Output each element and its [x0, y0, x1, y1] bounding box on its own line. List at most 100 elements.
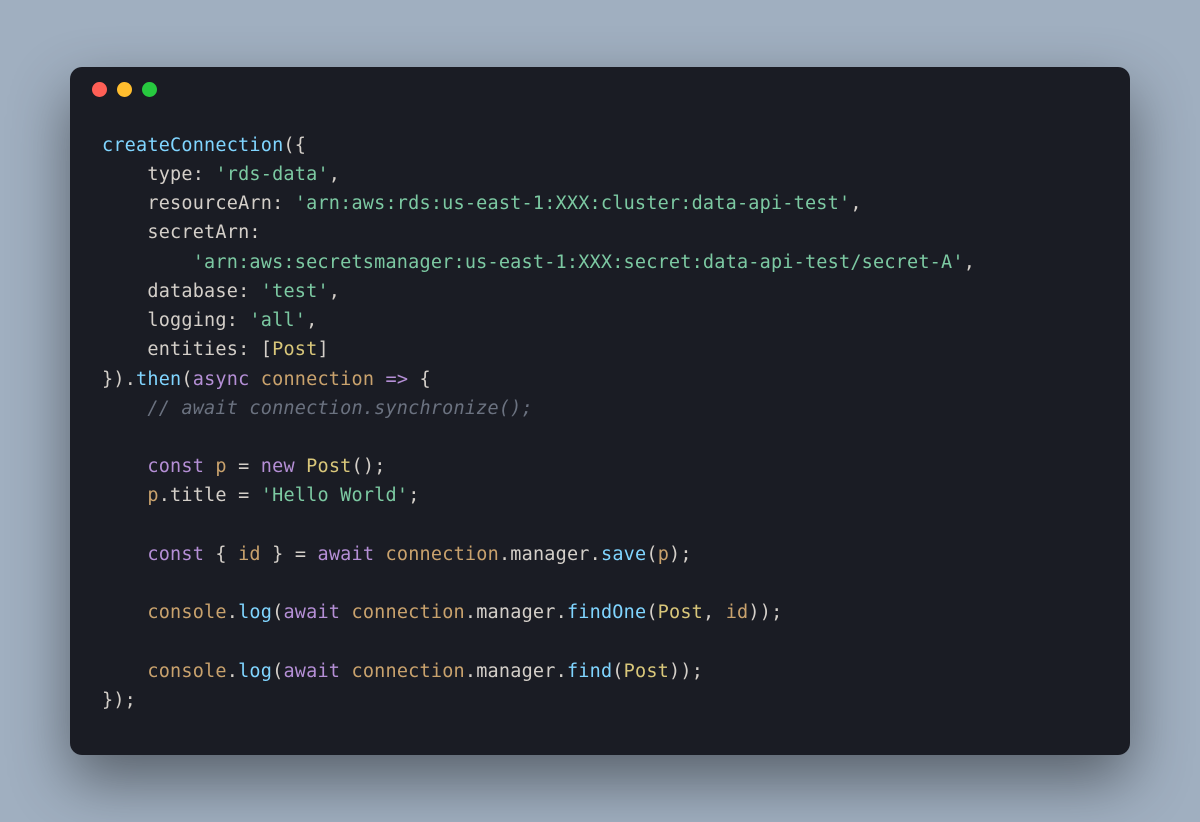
val-secretArn: 'arn:aws:secretsmanager:us-east-1:XXX:se…	[193, 252, 964, 273]
brace-close: }	[272, 544, 283, 565]
comma: ,	[329, 164, 340, 185]
val-resourceArn: 'arn:aws:rds:us-east-1:XXX:cluster:data-…	[295, 193, 851, 214]
fn-save: save	[601, 544, 646, 565]
ident-connection: connection	[261, 369, 374, 390]
semi: ;	[374, 456, 385, 477]
paren-open: (	[181, 369, 192, 390]
fn-createConnection: createConnection	[102, 135, 283, 156]
key-logging: logging	[147, 310, 226, 331]
class-Post: Post	[272, 339, 317, 360]
ident-manager: manager	[510, 544, 589, 565]
kw-const-2: const	[147, 544, 204, 565]
ident-p-3: p	[658, 544, 669, 565]
paren-close: )	[748, 602, 759, 623]
eq: =	[295, 544, 306, 565]
brace-close-paren: })	[102, 369, 125, 390]
colon: :	[272, 193, 283, 214]
semi: ;	[408, 485, 419, 506]
paren-open: (	[272, 602, 283, 623]
colon: :	[238, 339, 249, 360]
ident-manager-3: manager	[476, 661, 555, 682]
semi: ;	[692, 661, 703, 682]
val-database: 'test'	[261, 281, 329, 302]
key-resourceArn: resourceArn	[147, 193, 272, 214]
paren-open: (	[352, 456, 363, 477]
ident-console-2: console	[147, 661, 226, 682]
zoom-icon[interactable]	[142, 82, 157, 97]
fn-then: then	[136, 369, 181, 390]
paren-open: (	[646, 602, 657, 623]
fn-log: log	[238, 602, 272, 623]
val-logging: 'all'	[249, 310, 306, 331]
dot: .	[227, 602, 238, 623]
val-hello: 'Hello World'	[261, 485, 408, 506]
paren-close: )	[760, 602, 771, 623]
paren-open: (	[283, 135, 294, 156]
ident-id-2: id	[726, 602, 749, 623]
dot: .	[556, 602, 567, 623]
dot: .	[556, 661, 567, 682]
code-window: createConnection({ type: 'rds-data', res…	[70, 67, 1130, 755]
paren-open: (	[646, 544, 657, 565]
key-secretArn: secretArn	[147, 222, 249, 243]
dot: .	[590, 544, 601, 565]
bracket-close: ]	[317, 339, 328, 360]
paren-close: )	[669, 661, 680, 682]
arrow: =>	[386, 369, 409, 390]
ident-manager-2: manager	[476, 602, 555, 623]
code-block: createConnection({ type: 'rds-data', res…	[70, 113, 1130, 755]
colon: :	[238, 281, 249, 302]
brace-open: {	[215, 544, 226, 565]
minimize-icon[interactable]	[117, 82, 132, 97]
fn-findOne: findOne	[567, 602, 646, 623]
comment-sync: // await connection.synchronize();	[147, 398, 533, 419]
dot: .	[159, 485, 170, 506]
class-Post-2: Post	[658, 602, 703, 623]
ident-connection-2: connection	[386, 544, 499, 565]
close-all: });	[102, 690, 136, 711]
comma: ,	[306, 310, 317, 331]
ident-p: p	[215, 456, 226, 477]
dot: .	[499, 544, 510, 565]
paren-close: )	[669, 544, 680, 565]
dot: .	[227, 661, 238, 682]
eq: =	[238, 485, 249, 506]
kw-async: async	[193, 369, 250, 390]
val-type: 'rds-data'	[215, 164, 328, 185]
kw-const: const	[147, 456, 204, 477]
colon: :	[193, 164, 204, 185]
fn-find: find	[567, 661, 612, 682]
ident-title: title	[170, 485, 227, 506]
close-icon[interactable]	[92, 82, 107, 97]
class-Post-new: Post	[306, 456, 351, 477]
key-type: type	[147, 164, 192, 185]
ident-connection-4: connection	[351, 661, 464, 682]
kw-await-3: await	[283, 661, 340, 682]
paren-close: )	[363, 456, 374, 477]
colon: :	[227, 310, 238, 331]
comma: ,	[329, 281, 340, 302]
bracket-open: [	[261, 339, 272, 360]
ident-id: id	[238, 544, 261, 565]
semi: ;	[771, 602, 782, 623]
dot: .	[465, 602, 476, 623]
class-Post-3: Post	[624, 661, 669, 682]
window-titlebar	[70, 67, 1130, 113]
kw-new: new	[261, 456, 295, 477]
brace-open: {	[295, 135, 306, 156]
paren-close: )	[680, 661, 691, 682]
comma: ,	[964, 252, 975, 273]
kw-await: await	[318, 544, 375, 565]
kw-await-2: await	[283, 602, 340, 623]
semi: ;	[680, 544, 691, 565]
comma: ,	[703, 602, 714, 623]
dot: .	[125, 369, 136, 390]
colon: :	[249, 222, 260, 243]
comma: ,	[850, 193, 861, 214]
ident-p-2: p	[147, 485, 158, 506]
paren-open: (	[272, 661, 283, 682]
paren-open: (	[612, 661, 623, 682]
key-entities: entities	[147, 339, 238, 360]
brace-open: {	[420, 369, 431, 390]
ident-connection-3: connection	[351, 602, 464, 623]
